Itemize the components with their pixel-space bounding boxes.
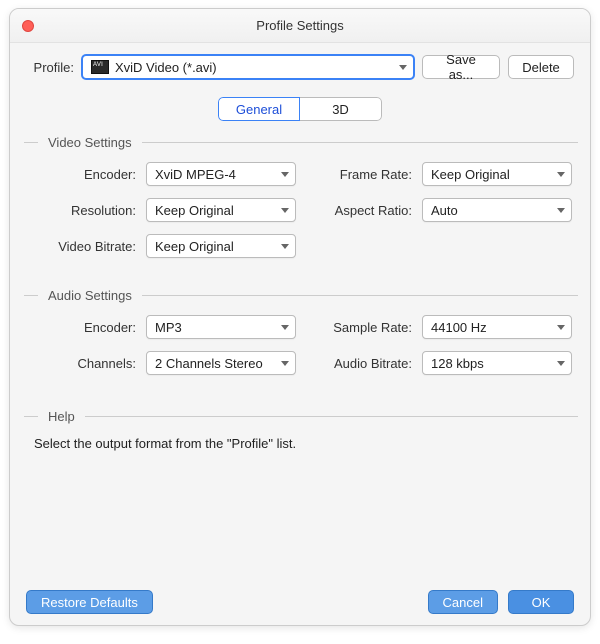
delete-button[interactable]: Delete: [508, 55, 574, 79]
channels-label: Channels:: [28, 356, 138, 371]
resolution-select[interactable]: Keep Original: [146, 198, 296, 222]
audio-bitrate-label: Audio Bitrate:: [304, 356, 414, 371]
frame-rate-label: Frame Rate:: [304, 167, 414, 182]
dialog-footer: Restore Defaults Cancel OK: [10, 579, 590, 625]
close-icon[interactable]: [22, 20, 34, 32]
video-encoder-label: Encoder:: [28, 167, 138, 182]
ok-button[interactable]: OK: [508, 590, 574, 614]
sample-rate-select[interactable]: 44100 Hz: [422, 315, 572, 339]
help-group: Help Select the output format from the "…: [28, 409, 572, 451]
frame-rate-select[interactable]: Keep Original: [422, 162, 572, 186]
chevron-down-icon: [557, 172, 565, 177]
chevron-down-icon: [281, 325, 289, 330]
video-encoder-select[interactable]: XviD MPEG-4: [146, 162, 296, 186]
channels-select[interactable]: 2 Channels Stereo: [146, 351, 296, 375]
tab-bar: General 3D: [10, 97, 590, 121]
titlebar: Profile Settings: [10, 9, 590, 43]
video-settings-legend: Video Settings: [48, 135, 132, 150]
cancel-button[interactable]: Cancel: [428, 590, 498, 614]
resolution-label: Resolution:: [28, 203, 138, 218]
help-text: Select the output format from the "Profi…: [34, 436, 566, 451]
audio-encoder-label: Encoder:: [28, 320, 138, 335]
profile-label: Profile:: [26, 60, 74, 75]
help-legend: Help: [48, 409, 75, 424]
video-settings-group: Video Settings Encoder: XviD MPEG-4 Fram…: [28, 135, 572, 258]
profile-select-value: XviD Video (*.avi): [115, 60, 393, 75]
tab-3d[interactable]: 3D: [300, 97, 382, 121]
chevron-down-icon: [281, 208, 289, 213]
tab-general[interactable]: General: [218, 97, 300, 121]
chevron-down-icon: [281, 361, 289, 366]
chevron-down-icon: [399, 65, 407, 70]
sample-rate-label: Sample Rate:: [304, 320, 414, 335]
audio-encoder-select[interactable]: MP3: [146, 315, 296, 339]
window-title: Profile Settings: [256, 18, 343, 33]
audio-bitrate-select[interactable]: 128 kbps: [422, 351, 572, 375]
avi-file-icon: [91, 60, 109, 74]
audio-settings-legend: Audio Settings: [48, 288, 132, 303]
chevron-down-icon: [281, 244, 289, 249]
profile-settings-dialog: Profile Settings Profile: XviD Video (*.…: [9, 8, 591, 626]
audio-settings-group: Audio Settings Encoder: MP3 Sample Rate:…: [28, 288, 572, 375]
video-bitrate-select[interactable]: Keep Original: [146, 234, 296, 258]
aspect-ratio-select[interactable]: Auto: [422, 198, 572, 222]
video-bitrate-label: Video Bitrate:: [28, 239, 138, 254]
profile-select[interactable]: XviD Video (*.avi): [82, 55, 414, 79]
chevron-down-icon: [281, 172, 289, 177]
chevron-down-icon: [557, 361, 565, 366]
chevron-down-icon: [557, 208, 565, 213]
restore-defaults-button[interactable]: Restore Defaults: [26, 590, 153, 614]
chevron-down-icon: [557, 325, 565, 330]
aspect-ratio-label: Aspect Ratio:: [304, 203, 414, 218]
save-as-button[interactable]: Save as...: [422, 55, 500, 79]
